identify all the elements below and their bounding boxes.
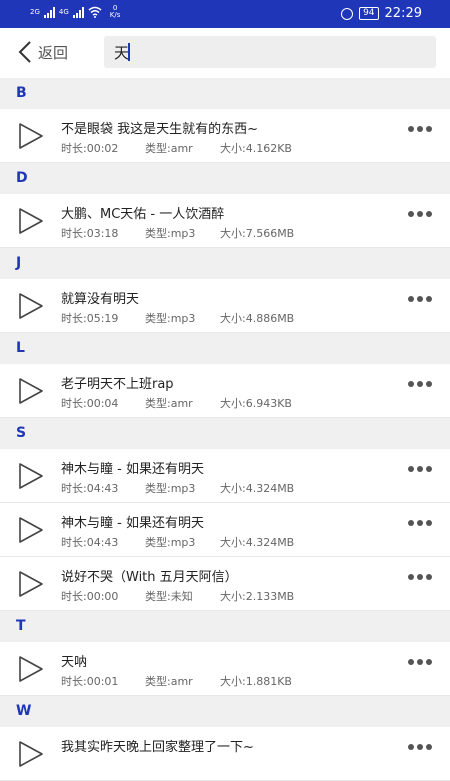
song-row[interactable]: 我其实昨天晚上回家整理了一下~ — [0, 727, 450, 781]
song-duration: 时长:05:19 — [61, 312, 119, 325]
section-header-l: L — [0, 333, 450, 364]
play-icon[interactable] — [17, 740, 45, 768]
more-options-icon[interactable] — [408, 296, 432, 302]
song-size: 大小:4.324MB — [220, 482, 295, 495]
song-duration: 时长:00:04 — [61, 397, 119, 410]
play-icon[interactable] — [17, 377, 45, 405]
signal-1-icon — [43, 6, 55, 18]
song-type: 类型:amr — [145, 397, 193, 410]
chevron-left-icon — [18, 41, 31, 63]
song-row[interactable]: 天呐时长:00:01 类型:amr 大小:1.881KB — [0, 642, 450, 696]
song-title: 说好不哭（With 五月天阿信） — [61, 570, 238, 585]
section-header-d: D — [0, 163, 450, 194]
song-row[interactable]: 神木与瞳 - 如果还有明天 时长:04:43 类型:mp3 大小:4.324MB — [0, 503, 450, 557]
more-options-icon[interactable] — [408, 381, 432, 387]
song-row[interactable]: 大鹏、MC天佑 - 一人饮酒醉 时长:03:18 类型:mp3 大小:7.566MB — [0, 194, 450, 248]
more-options-icon[interactable] — [408, 211, 432, 217]
song-type: 类型:mp3 — [145, 312, 196, 325]
song-title: 神木与瞳 - 如果还有明天 — [61, 516, 204, 531]
song-duration: 时长:04:43 — [61, 482, 119, 495]
song-title: 就算没有明天 — [61, 292, 140, 307]
net-speed: 0 K/s — [110, 5, 121, 19]
more-options-icon[interactable] — [408, 520, 432, 526]
song-duration: 时长:00:00 — [61, 590, 119, 603]
wifi-icon — [88, 6, 102, 18]
more-options-icon[interactable] — [408, 574, 432, 580]
header: 返回 — [0, 28, 450, 78]
play-icon[interactable] — [17, 516, 45, 544]
play-icon[interactable] — [17, 207, 45, 235]
clock: 22:29 — [384, 6, 422, 21]
net-speed-unit: K/s — [109, 11, 121, 19]
more-options-icon[interactable] — [408, 126, 432, 132]
play-icon[interactable] — [17, 292, 45, 320]
song-size: 大小:4.324MB — [220, 536, 295, 549]
song-title: 老子明天不上班rap — [61, 377, 174, 392]
song-title: 大鹏、MC天佑 - 一人饮酒醉 — [61, 207, 225, 222]
song-row[interactable]: 老子明天不上班rap 时长:00:04 类型:amr 大小:6.943KB — [0, 364, 450, 418]
song-duration: 时长:00:01 — [61, 675, 119, 688]
section-header-j: J — [0, 248, 450, 279]
song-size: 大小:7.566MB — [220, 227, 295, 240]
status-left: 2G 4G 0 K/s — [30, 5, 120, 19]
song-duration: 时长:04:43 — [61, 536, 119, 549]
song-title: 天呐 — [61, 655, 88, 670]
back-button[interactable]: 返回 — [18, 40, 68, 64]
play-icon[interactable] — [17, 122, 45, 150]
song-duration: 时长:00:02 — [61, 142, 119, 155]
section-header-t: T — [0, 611, 450, 642]
alarm-icon — [341, 7, 354, 20]
more-options-icon[interactable] — [408, 466, 432, 472]
song-list[interactable]: B 不是眼袋 我这是天生就有的东西~ 时长:00:02 类型:amr 大小:4.162K… — [0, 78, 450, 781]
play-icon[interactable] — [17, 655, 45, 683]
song-size: 大小:4.162KB — [220, 142, 292, 155]
back-label: 返回 — [38, 43, 69, 62]
search-input[interactable] — [104, 36, 436, 68]
section-header-w: W — [0, 696, 450, 727]
song-size: 大小:6.943KB — [220, 397, 292, 410]
play-icon[interactable] — [17, 462, 45, 490]
signal-1-label: 2G — [30, 8, 40, 16]
song-title: 不是眼袋 我这是天生就有的东西~ — [61, 122, 259, 137]
song-duration: 时长:03:18 — [61, 227, 119, 240]
song-row[interactable]: 说好不哭（With 五月天阿信） 时长:00:00 类型:未知 大小:2.133MB — [0, 557, 450, 611]
more-options-icon[interactable] — [408, 659, 432, 665]
song-row[interactable]: 不是眼袋 我这是天生就有的东西~ 时长:00:02 类型:amr 大小:4.162KB — [0, 109, 450, 163]
song-title: 我其实昨天晚上回家整理了一下~ — [61, 740, 254, 755]
song-type: 类型:mp3 — [145, 536, 196, 549]
battery-icon: 94 — [359, 7, 379, 20]
more-options-icon[interactable] — [408, 744, 432, 750]
song-row[interactable]: 就算没有明天 时长:05:19 类型:mp3 大小:4.886MB — [0, 279, 450, 333]
text-cursor — [128, 43, 130, 61]
song-size: 大小:1.881KB — [220, 675, 292, 688]
song-type: 类型:amr — [145, 142, 193, 155]
status-right: 94 22:29 — [341, 6, 422, 21]
song-size: 大小:2.133MB — [220, 590, 295, 603]
section-header-b: B — [0, 78, 450, 109]
signal-2-icon — [72, 6, 84, 18]
song-type: 类型:mp3 — [145, 482, 196, 495]
song-type: 类型:mp3 — [145, 227, 196, 240]
song-type: 类型:amr — [145, 675, 193, 688]
status-bar: 2G 4G 0 K/s 94 22:29 — [0, 0, 450, 28]
song-type: 类型:未知 — [145, 590, 193, 603]
song-size: 大小:4.886MB — [220, 312, 295, 325]
song-title: 神木与瞳 - 如果还有明天 — [61, 462, 204, 477]
signal-2-label: 4G — [58, 8, 69, 16]
song-row[interactable]: 神木与瞳 - 如果还有明天 时长:04:43 类型:mp3 大小:4.324MB — [0, 449, 450, 503]
section-header-s: S — [0, 418, 450, 449]
play-icon[interactable] — [17, 570, 45, 598]
